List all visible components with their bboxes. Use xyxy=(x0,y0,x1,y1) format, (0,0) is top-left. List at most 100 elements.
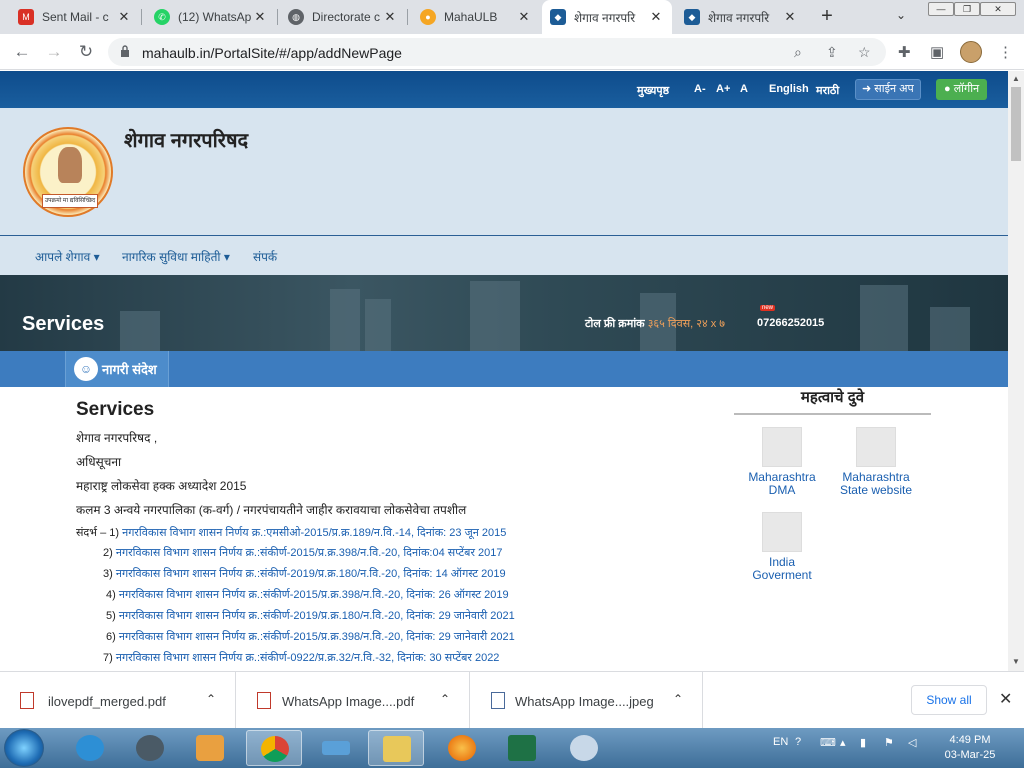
taskbar-excel[interactable] xyxy=(494,730,550,766)
taskbar-ie[interactable] xyxy=(62,730,118,766)
reference-link[interactable]: 2) नगरविकास विभाग शासन निर्णय क्र.:संकीर… xyxy=(103,545,503,560)
tab-shegaon-active[interactable]: ◆ शेगाव नगरपरि ✕ xyxy=(542,0,672,34)
minimize-button[interactable]: — xyxy=(928,2,954,16)
close-icon[interactable]: ✕ xyxy=(116,9,132,25)
english-language-link[interactable]: English xyxy=(769,83,809,95)
emblem-icon: ◆ xyxy=(550,9,566,25)
share-icon[interactable]: ⇪ xyxy=(826,44,838,61)
side-panel-icon[interactable]: ▣ xyxy=(930,43,944,61)
taskbar-magnifier[interactable] xyxy=(122,730,178,766)
marathi-language-link[interactable]: मराठी xyxy=(816,83,839,98)
close-icon[interactable]: ✕ xyxy=(382,9,398,25)
volume-muted-icon[interactable]: ◁ xyxy=(908,736,916,749)
start-button[interactable] xyxy=(4,729,44,767)
taskbar-explorer[interactable] xyxy=(368,730,424,766)
show-hidden-icons-icon[interactable]: ▴ xyxy=(840,736,846,749)
close-icon[interactable]: ✕ xyxy=(999,689,1012,709)
chevron-up-icon[interactable]: ⌃ xyxy=(440,692,450,706)
scrollbar-thumb[interactable] xyxy=(1011,87,1021,161)
close-icon[interactable]: ✕ xyxy=(782,9,798,25)
building-shape xyxy=(930,307,970,351)
login-button[interactable]: ● लॉगीन xyxy=(936,79,988,100)
zoom-icon[interactable]: ⌕ xyxy=(794,44,802,61)
font-reset-button[interactable]: A xyxy=(740,83,748,95)
reference-link[interactable]: संदर्भ – 1) नगरविकास विभाग शासन निर्णय क… xyxy=(76,525,506,540)
link-maharashtra-state-website[interactable]: Maharashtra State website xyxy=(828,427,924,497)
reference-text: नगरविकास विभाग शासन निर्णय क्र.:संकीर्ण-… xyxy=(118,589,509,601)
page-scrollbar[interactable]: ▲ ▼ xyxy=(1008,71,1024,671)
link-label: Goverment xyxy=(752,568,812,582)
show-all-button[interactable]: Show all xyxy=(911,685,987,715)
tab-sent-mail[interactable]: M Sent Mail - c ✕ xyxy=(10,0,140,34)
taskbar-firefox[interactable] xyxy=(434,730,490,766)
language-indicator[interactable]: EN xyxy=(773,736,788,748)
close-icon[interactable]: ✕ xyxy=(252,9,268,25)
windows-taskbar: EN ? ⌨ ▴ ▮ ⚑ ◁ 4:49 PM 03-Mar-25 xyxy=(0,728,1024,768)
extensions-icon[interactable]: ✚ xyxy=(898,43,911,61)
restore-button[interactable]: ❐ xyxy=(954,2,980,16)
reference-text: नगरविकास विभाग शासन निर्णय क्र.:संकीर्ण-… xyxy=(118,631,515,643)
window-close-button[interactable]: ✕ xyxy=(980,2,1016,16)
globe-icon: ◍ xyxy=(288,9,304,25)
tab-shegaon[interactable]: ◆ शेगाव नगरपरि ✕ xyxy=(676,0,806,34)
chevron-up-icon[interactable]: ⌃ xyxy=(206,692,216,706)
tab-whatsapp[interactable]: ✆ (12) WhatsAp ✕ xyxy=(146,0,276,34)
network-icon[interactable]: ▮ xyxy=(860,736,866,749)
new-tab-button[interactable]: + xyxy=(818,6,836,28)
chevron-up-icon[interactable]: ⌃ xyxy=(673,692,683,706)
chevron-down-icon[interactable]: ⌄ xyxy=(896,8,906,22)
profile-avatar[interactable] xyxy=(960,41,982,63)
address-bar[interactable]: mahaulb.in/PortalSite/#/app/addNewPage ⌕… xyxy=(108,38,886,66)
font-increase-button[interactable]: A+ xyxy=(716,83,730,95)
url-text: mahaulb.in/PortalSite/#/app/addNewPage xyxy=(142,45,402,61)
signin-icon: ➜ xyxy=(862,83,875,95)
link-india-government[interactable]: India Goverment xyxy=(734,512,830,582)
taskbar-chrome[interactable] xyxy=(246,730,302,766)
pdf-file-icon xyxy=(257,692,271,709)
reference-link[interactable]: 3) नगरविकास विभाग शासन निर्णय क्र.:संकीर… xyxy=(103,566,506,581)
download-item[interactable]: WhatsApp Image....pdf ⌃ xyxy=(237,672,470,729)
menu-citizen-services[interactable]: नागरिक सुविधा माहिती ▾ xyxy=(122,248,230,265)
home-link[interactable]: मुख्यपृष्ठ xyxy=(637,83,669,98)
reference-link[interactable]: 6) नगरविकास विभाग शासन निर्णय क्र.:संकीर… xyxy=(106,629,515,644)
media-player-icon xyxy=(196,735,224,761)
login-label: लॉगीन xyxy=(953,83,980,95)
action-center-icon[interactable]: ⚑ xyxy=(884,736,894,749)
download-item[interactable]: WhatsApp Image....jpeg ⌃ xyxy=(471,672,703,729)
caret-down-icon: ▾ xyxy=(93,250,100,264)
municipal-council-logo[interactable]: उपक्रमो मा द्यविसिच्छिद xyxy=(23,127,113,217)
menu-about-shegaon[interactable]: आपले शेगाव ▾ xyxy=(35,248,100,265)
link-maharashtra-dma[interactable]: Maharashtra DMA xyxy=(734,427,830,497)
signup-button[interactable]: ➜ साईन अप xyxy=(855,79,921,100)
reload-icon[interactable]: ↻ xyxy=(76,42,96,62)
main-content: Services शेगाव नगरपरिषद , अधिसूचना महारा… xyxy=(0,387,1008,671)
tab-directorate[interactable]: ◍ Directorate c ✕ xyxy=(280,0,406,34)
menu-contact[interactable]: संपर्क xyxy=(253,248,277,265)
reference-number: 2) xyxy=(103,547,113,559)
menu-dots-icon[interactable]: ⋮ xyxy=(998,43,1013,61)
scroll-up-icon[interactable]: ▲ xyxy=(1012,74,1020,83)
content-line: महाराष्ट्र लोकसेवा हक्क अध्यादेश 2015 xyxy=(76,479,247,493)
tab-mahaulb[interactable]: ● MahaULB ✕ xyxy=(412,0,540,34)
close-icon[interactable]: ✕ xyxy=(648,9,664,25)
taskbar-media[interactable] xyxy=(182,730,238,766)
download-item[interactable]: ilovepdf_merged.pdf ⌃ xyxy=(0,672,236,729)
bookmark-star-icon[interactable]: ☆ xyxy=(858,44,871,61)
close-icon[interactable]: ✕ xyxy=(516,9,532,25)
taskbar-scanner[interactable] xyxy=(308,730,364,766)
reference-number: 6) xyxy=(106,631,116,643)
citizen-message-tab[interactable]: ☺ नागरी संदेश xyxy=(65,351,169,387)
reference-link[interactable]: 7) नगरविकास विभाग शासन निर्णय क्र.:संकीर… xyxy=(103,650,499,665)
reference-link[interactable]: 5) नगरविकास विभाग शासन निर्णय क्र.:संकीर… xyxy=(106,608,515,623)
reference-text: नगरविकास विभाग शासन निर्णय क्र.:संकीर्ण-… xyxy=(115,568,506,580)
forward-arrow-icon[interactable]: → xyxy=(44,42,64,62)
help-icon[interactable]: ? xyxy=(795,736,801,748)
back-arrow-icon[interactable]: ← xyxy=(12,42,32,62)
scroll-down-icon[interactable]: ▼ xyxy=(1012,657,1020,666)
reference-link[interactable]: 4) नगरविकास विभाग शासन निर्णय क्र.:संकीर… xyxy=(106,587,509,602)
font-decrease-button[interactable]: A- xyxy=(694,83,706,95)
reference-number: संदर्भ – 1) xyxy=(76,527,120,539)
keyboard-icon[interactable]: ⌨ xyxy=(820,736,836,749)
system-clock[interactable]: 4:49 PM 03-Mar-25 xyxy=(938,733,1002,763)
taskbar-paint[interactable] xyxy=(556,730,612,766)
